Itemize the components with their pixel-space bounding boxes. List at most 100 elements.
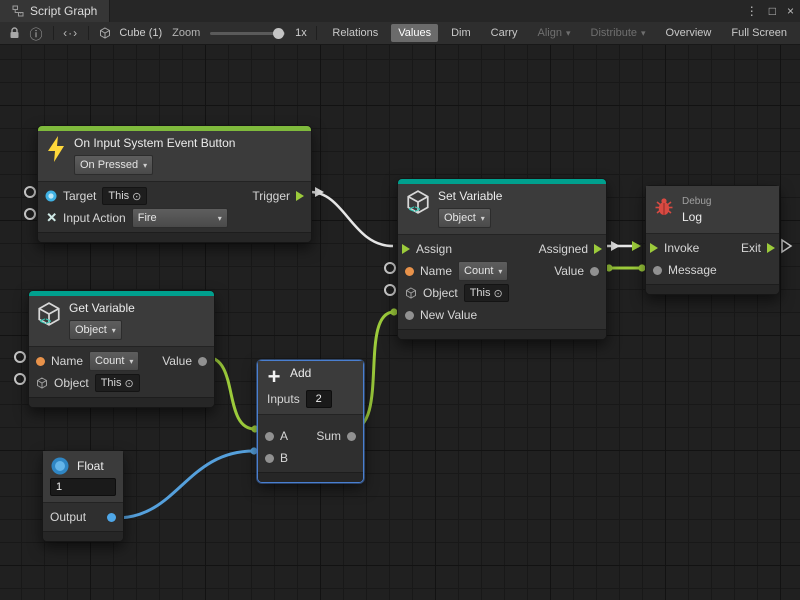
chevron-down-icon: ▾ xyxy=(481,214,485,223)
node-title: Float xyxy=(77,459,104,474)
new-value-port[interactable] xyxy=(405,311,414,320)
trigger-port[interactable] xyxy=(296,191,304,201)
align-button[interactable]: Align ▾ xyxy=(531,24,578,42)
node-title: Get Variable xyxy=(69,301,135,316)
name-port[interactable] xyxy=(405,267,414,276)
node-footer xyxy=(43,531,123,541)
chevron-down-icon: ▾ xyxy=(641,28,646,39)
event-mode-dropdown[interactable]: On Pressed ▾ xyxy=(74,155,153,175)
port-get-object-external[interactable] xyxy=(14,373,26,385)
float-icon xyxy=(50,456,70,476)
object-row: Object This ⊙ xyxy=(398,282,606,304)
message-row: Message xyxy=(646,259,779,281)
inputs-count-field[interactable]: 2 xyxy=(306,390,332,408)
relations-button[interactable]: Relations xyxy=(325,24,385,42)
distribute-button[interactable]: Distribute ▾ xyxy=(584,24,653,42)
lightning-icon xyxy=(45,136,67,162)
port-set-object-external[interactable] xyxy=(384,284,396,296)
graph-target[interactable]: Cube (1) xyxy=(119,27,162,39)
chevron-down-icon: ▾ xyxy=(498,267,502,276)
exit-port-arrow[interactable] xyxy=(782,240,791,252)
node-on-input-system-event-button[interactable]: On Input System Event Button On Pressed … xyxy=(37,125,312,243)
target-object-chip[interactable]: This ⊙ xyxy=(102,187,147,205)
carry-button[interactable]: Carry xyxy=(484,24,525,42)
node-footer xyxy=(38,232,311,242)
node-debug-log[interactable]: Debug Log Invoke Exit Message xyxy=(645,185,780,295)
script-graph-icon xyxy=(12,5,24,17)
output-port[interactable] xyxy=(107,513,116,522)
port-get-name-external[interactable] xyxy=(14,351,26,363)
variable-name-dropdown[interactable]: Count ▾ xyxy=(458,261,508,281)
tab-script-graph[interactable]: Script Graph xyxy=(0,0,110,22)
invoke-port-arrow xyxy=(632,241,641,251)
sum-port[interactable] xyxy=(347,432,356,441)
target-row: Target This ⊙ Trigger xyxy=(38,185,311,207)
node-float-literal[interactable]: Float 1 Output xyxy=(42,450,124,542)
input-actions-asset-icon xyxy=(45,190,57,202)
a-port[interactable] xyxy=(265,432,274,441)
zoom-slider[interactable] xyxy=(210,28,285,39)
value-port[interactable] xyxy=(590,267,599,276)
invoke-port[interactable] xyxy=(650,243,658,253)
menu-icon[interactable]: ⋮ xyxy=(746,4,758,18)
maximize-icon[interactable]: □ xyxy=(769,4,776,18)
chevron-down-icon: ▾ xyxy=(112,326,116,335)
zoom-value: 1x xyxy=(295,27,307,39)
bug-icon xyxy=(653,196,675,218)
value-label: Value xyxy=(162,354,192,368)
name-label: Name xyxy=(420,264,452,278)
value-port[interactable] xyxy=(198,357,207,366)
close-icon[interactable]: × xyxy=(787,4,794,18)
trigger-label: Trigger xyxy=(252,189,290,203)
node-footer xyxy=(29,397,214,407)
toolbar-separator xyxy=(316,26,317,40)
message-port[interactable] xyxy=(653,266,662,275)
float-value-field[interactable]: 1 xyxy=(50,478,116,496)
object-cube-icon xyxy=(405,287,417,299)
output-label: Output xyxy=(50,510,86,524)
port-set-name-external[interactable] xyxy=(384,262,396,274)
name-port[interactable] xyxy=(36,357,45,366)
port-input-action-external[interactable] xyxy=(24,208,36,220)
invoke-label: Invoke xyxy=(664,241,699,255)
variable-kind-dropdown[interactable]: Object ▾ xyxy=(69,320,122,340)
assign-row: Assign Assigned xyxy=(398,238,606,260)
lock-icon[interactable] xyxy=(6,24,22,42)
port-target-external[interactable] xyxy=(24,186,36,198)
assigned-port[interactable] xyxy=(594,244,602,254)
b-port[interactable] xyxy=(265,454,274,463)
input-action-dropdown[interactable]: Fire ▾ xyxy=(132,208,228,228)
node-footer xyxy=(398,329,606,339)
output-row: Output xyxy=(43,506,123,528)
object-chip[interactable]: This ⊙ xyxy=(464,284,509,302)
full-screen-button[interactable]: Full Screen xyxy=(724,24,794,42)
input-action-label: Input Action xyxy=(63,211,126,225)
variable-kind-dropdown[interactable]: Object ▾ xyxy=(438,208,491,228)
overview-button[interactable]: Overview xyxy=(659,24,719,42)
graph-canvas[interactable]: On Input System Event Button On Pressed … xyxy=(0,45,800,600)
node-get-variable[interactable]: <> Get Variable Object ▾ Name Count ▾ xyxy=(28,290,215,408)
code-icon[interactable]: ‹·› xyxy=(63,24,79,42)
exit-label: Exit xyxy=(741,241,761,255)
b-row: B xyxy=(258,447,363,469)
values-button[interactable]: Values xyxy=(391,24,438,42)
info-icon[interactable]: ⓘ xyxy=(28,24,44,42)
assign-port[interactable] xyxy=(402,244,410,254)
dim-button[interactable]: Dim xyxy=(444,24,478,42)
node-header: On Input System Event Button On Pressed … xyxy=(38,131,311,181)
zoom-slider-handle[interactable] xyxy=(273,28,284,39)
node-header: Float xyxy=(43,451,123,478)
script-graph-window: Script Graph ⋮ □ × ⓘ ‹·› Cube (1) Zoom xyxy=(0,0,800,600)
exit-port[interactable] xyxy=(767,243,775,253)
node-title: Log xyxy=(682,210,711,225)
variable-name-dropdown[interactable]: Count ▾ xyxy=(89,351,139,371)
node-header: <> Get Variable Object ▾ xyxy=(29,296,214,346)
wire-trigger-to-assign[interactable] xyxy=(310,192,393,246)
node-title: Set Variable xyxy=(438,189,502,204)
node-set-variable[interactable]: <> Set Variable Object ▾ Assign Assigned xyxy=(397,178,607,340)
node-body: Name Count ▾ Value xyxy=(29,346,214,397)
wire-float-to-b[interactable] xyxy=(116,451,254,518)
toolbar-separator xyxy=(88,26,89,40)
object-chip[interactable]: This ⊙ xyxy=(95,374,140,392)
node-add[interactable]: + Add Inputs 2 A Sum xyxy=(257,360,364,483)
